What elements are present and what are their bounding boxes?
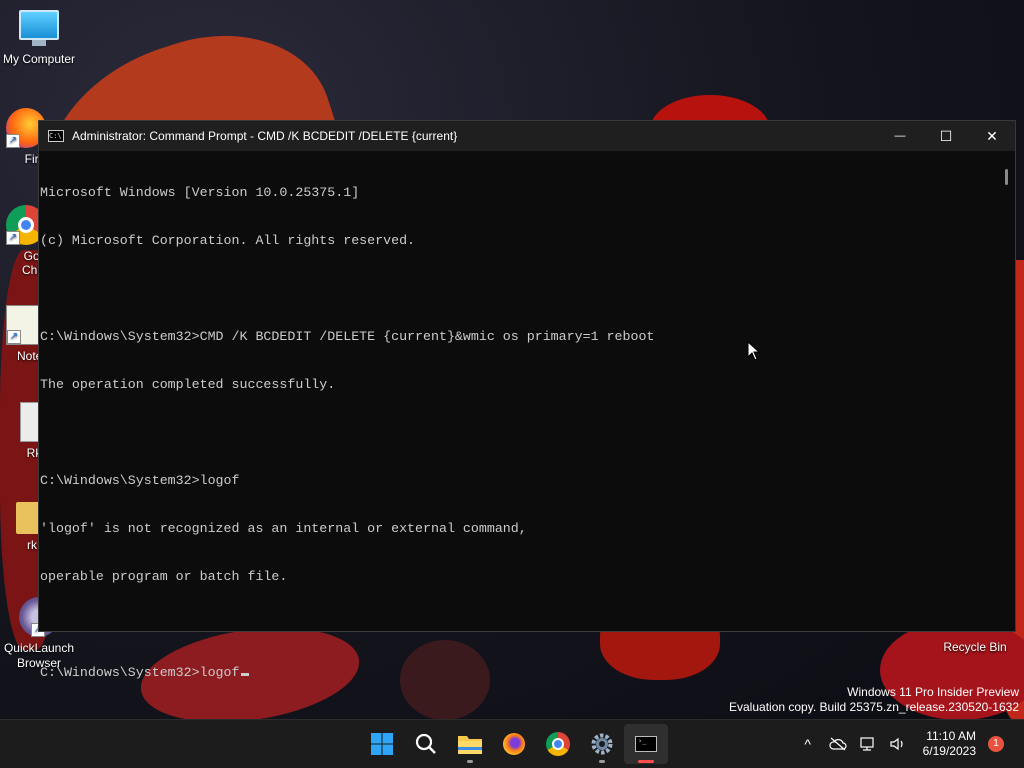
window-titlebar[interactable]: C:\ Administrator: Command Prompt - CMD … xyxy=(39,121,1015,151)
running-indicator xyxy=(599,760,605,763)
minimize-button[interactable]: — xyxy=(877,121,923,151)
close-icon: ✕ xyxy=(986,127,998,144)
console-line: C:\Windows\System32>CMD /K BCDEDIT /DELE… xyxy=(40,329,655,344)
maximize-button[interactable]: ☐ xyxy=(923,121,969,151)
search-button[interactable] xyxy=(404,724,448,764)
start-button[interactable] xyxy=(360,724,404,764)
desktop-icon-label: Rk xyxy=(26,446,42,460)
taskbar-file-explorer[interactable] xyxy=(448,724,492,764)
system-tray: ^ 11:10 AM 6/19/2023 1 xyxy=(793,720,1024,768)
console-line: 'logof' is not recognized as an internal… xyxy=(40,521,527,536)
chrome-icon xyxy=(546,732,570,756)
volume-button[interactable] xyxy=(883,736,913,752)
onedrive-button[interactable] xyxy=(823,737,853,751)
taskbar-chrome[interactable] xyxy=(536,724,580,764)
cloud-offline-icon xyxy=(829,737,847,751)
clock[interactable]: 11:10 AM 6/19/2023 xyxy=(923,729,976,759)
network-icon xyxy=(860,737,874,751)
console-line: Microsoft Windows [Version 10.0.25375.1] xyxy=(40,185,360,200)
evaluation-watermark: Windows 11 Pro Insider Preview Evaluatio… xyxy=(729,685,1019,715)
clock-time: 11:10 AM xyxy=(926,729,976,743)
console-output[interactable]: Microsoft Windows [Version 10.0.25375.1]… xyxy=(39,151,999,680)
mouse-pointer-icon xyxy=(747,341,761,361)
taskbar-apps: ›_ xyxy=(360,720,668,768)
notification-badge[interactable]: 1 xyxy=(988,736,1004,752)
desktop-icon-label: My Computer xyxy=(2,52,76,66)
console-line: operable program or batch file. xyxy=(40,569,288,584)
vertical-scrollbar[interactable] xyxy=(999,151,1015,631)
search-icon xyxy=(415,733,436,754)
shortcut-arrow-icon: ↗ xyxy=(7,330,21,344)
console-line: The operation completed successfully. xyxy=(40,377,336,392)
taskbar: ›_ ^ 11:10 AM 6/19/2023 1 xyxy=(0,719,1024,768)
maximize-icon: ☐ xyxy=(939,127,953,144)
volume-icon xyxy=(890,737,903,751)
shortcut-arrow-icon: ↗ xyxy=(6,231,20,245)
minimize-icon: — xyxy=(894,130,906,142)
watermark-edition: Windows 11 Pro Insider Preview xyxy=(847,685,1019,699)
close-button[interactable]: ✕ xyxy=(969,121,1015,151)
desktop-icon-label: rk xyxy=(27,538,37,552)
gear-icon xyxy=(591,733,613,755)
window-title: Administrator: Command Prompt - CMD /K B… xyxy=(72,129,458,143)
command-prompt-window[interactable]: C:\ Administrator: Command Prompt - CMD … xyxy=(38,120,1016,680)
console-line: C:\Windows\System32>logof xyxy=(40,473,240,488)
console-line: (c) Microsoft Corporation. All rights re… xyxy=(40,233,416,248)
network-button[interactable] xyxy=(853,736,883,752)
clock-date: 6/19/2023 xyxy=(922,744,976,758)
folder-icon xyxy=(458,736,482,754)
windows-logo-icon xyxy=(371,733,393,755)
taskbar-firefox[interactable] xyxy=(492,724,536,764)
running-indicator xyxy=(638,760,654,763)
running-indicator xyxy=(467,760,473,763)
show-hidden-icons-button[interactable]: ^ xyxy=(793,736,823,752)
desktop-icon-my-computer[interactable]: My Computer xyxy=(1,10,77,66)
scrollbar-thumb[interactable] xyxy=(1005,169,1008,185)
cmd-app-icon: C:\ xyxy=(48,130,64,142)
monitor-icon xyxy=(19,10,59,48)
watermark-build: Evaluation copy. Build 25375.zn_release.… xyxy=(729,700,1019,714)
chevron-up-icon: ^ xyxy=(804,736,811,752)
taskbar-command-prompt[interactable]: ›_ xyxy=(624,724,668,764)
console-input[interactable]: C:\Windows\System32>logof xyxy=(40,665,240,680)
terminal-icon: ›_ xyxy=(635,736,657,752)
shortcut-arrow-icon: ↗ xyxy=(6,134,20,148)
firefox-icon xyxy=(503,733,525,755)
console-prompt-line[interactable]: C:\Windows\System32>logof xyxy=(40,665,999,681)
taskbar-settings[interactable] xyxy=(580,724,624,764)
text-cursor xyxy=(240,673,249,676)
